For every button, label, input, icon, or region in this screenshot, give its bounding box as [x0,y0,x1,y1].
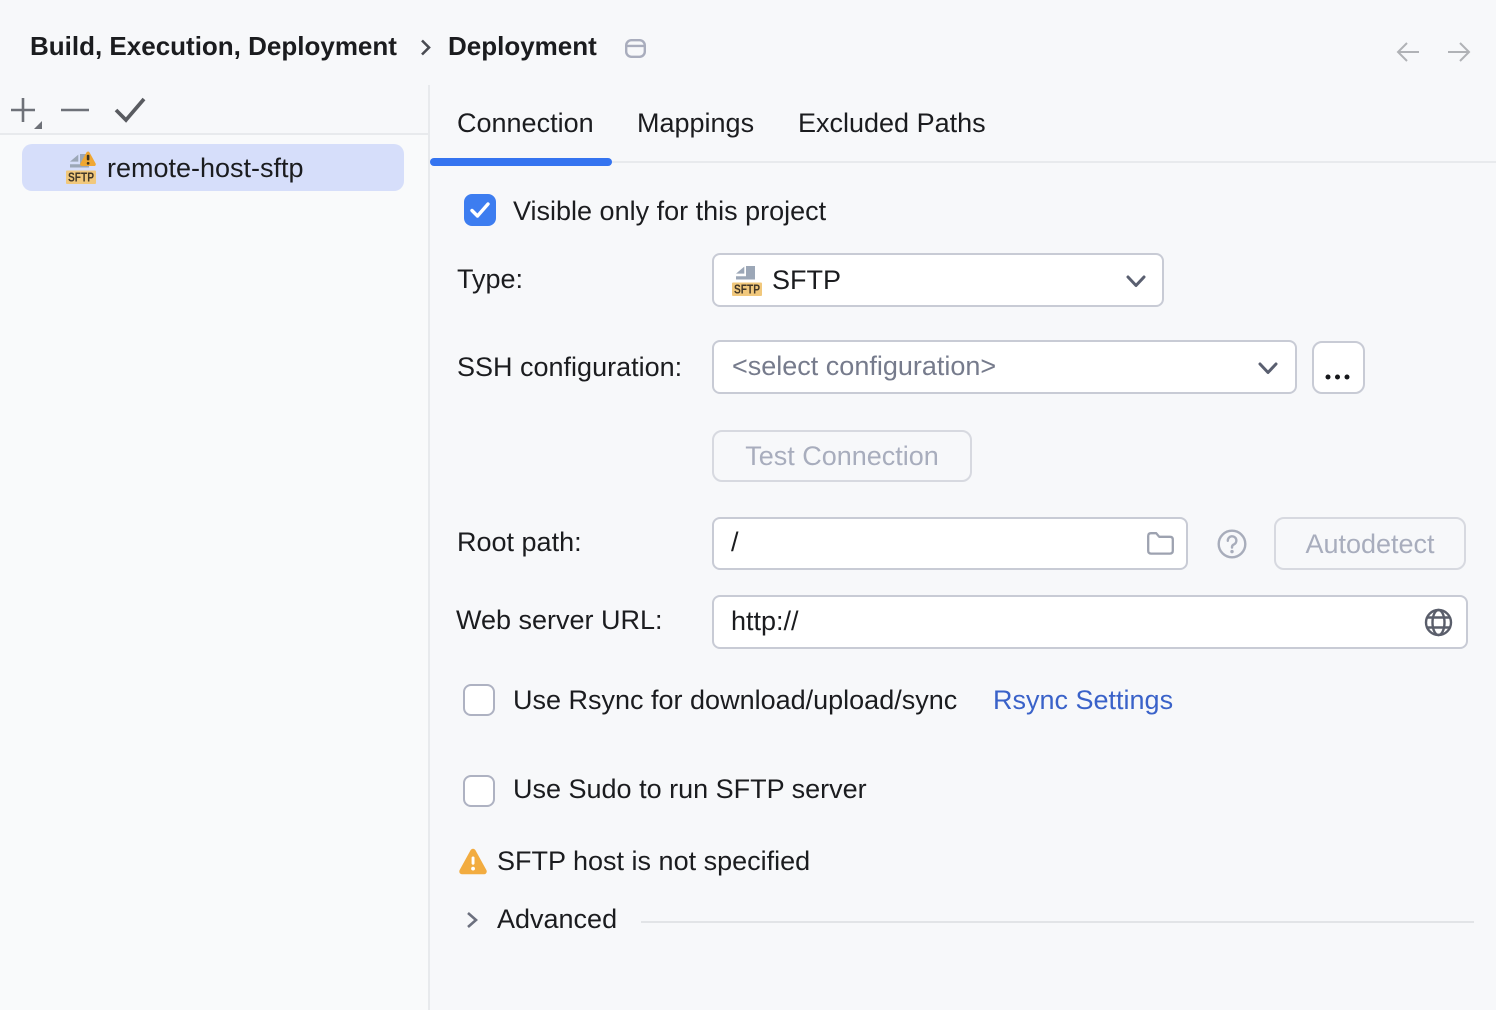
svg-text:SFTP: SFTP [734,283,760,297]
svg-text:SFTP: SFTP [68,171,94,185]
